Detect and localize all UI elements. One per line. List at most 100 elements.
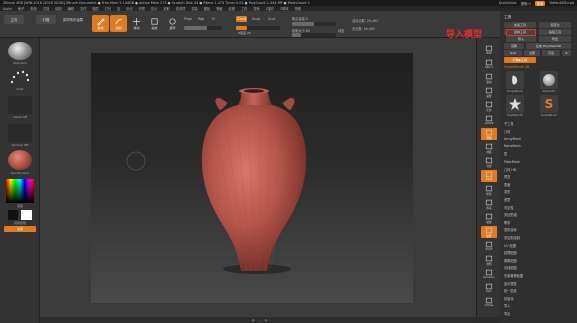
rotate-mode-button[interactable]: 旋转 xyxy=(164,15,181,32)
shelf-button-frame[interactable]: 框架 xyxy=(481,184,497,196)
all-button[interactable]: 全部 xyxy=(524,50,540,56)
m-button[interactable]: M xyxy=(212,17,215,21)
draw-size-slider[interactable] xyxy=(292,33,336,37)
mrgb-button[interactable]: Mrgb xyxy=(184,17,192,21)
tool-subpalette-item[interactable]: 导出 xyxy=(504,311,510,316)
shelf-button-transp[interactable]: 透明 xyxy=(481,254,497,266)
tool-subpalette-item[interactable]: 统一蒙皮 xyxy=(504,288,517,293)
menu-item[interactable]: Alpha xyxy=(3,7,12,11)
tool-subpalette-item[interactable]: 可见性 xyxy=(504,205,514,210)
tool-subpalette-item[interactable]: 几何 xyxy=(504,129,510,134)
shelf-button-bpr[interactable]: BPR xyxy=(481,44,497,56)
document-viewport[interactable] xyxy=(91,53,413,303)
see-through-slider[interactable]: 透明 0 xyxy=(521,1,531,6)
save-as-button[interactable]: 另存为 xyxy=(539,22,571,28)
alternate-button[interactable]: 交替 xyxy=(4,226,36,232)
menus-toggle[interactable]: 菜单 xyxy=(534,0,546,6)
vase-model[interactable] xyxy=(91,53,413,303)
stroke-thumbnail[interactable] xyxy=(8,68,32,86)
import-button[interactable]: 导入 xyxy=(506,36,536,42)
tool-subpalette-item[interactable]: 遮罩 xyxy=(504,197,510,202)
goz-button[interactable]: GoZ xyxy=(504,50,522,56)
dynamic-button[interactable]: 动态 xyxy=(338,28,344,33)
tool-subpalette-item[interactable]: 变形 xyxy=(504,189,510,194)
tool-subpalette-item[interactable]: FiberMesh xyxy=(504,159,520,164)
shelf-button-aahalf[interactable]: AAHalf xyxy=(481,114,497,126)
tool-subpalette-item[interactable]: 法线贴图 xyxy=(504,265,517,270)
main-color-swatch[interactable] xyxy=(8,210,18,220)
live-boolean-button[interactable]: 实时布尔运算 xyxy=(60,15,86,24)
shelf-button-scroll[interactable]: 滚动 xyxy=(481,72,497,84)
tool-subpalette-item[interactable]: NanoMesh xyxy=(504,144,521,149)
shelf-button-label: 滚动 xyxy=(486,80,492,84)
shelf-button-floor[interactable]: 地面 xyxy=(481,142,497,154)
texture-thumbnail[interactable] xyxy=(8,124,32,142)
paste-tool-button[interactable]: 粘贴工具 xyxy=(539,29,571,35)
rgb-intensity-slider[interactable] xyxy=(184,26,222,30)
clone-button[interactable]: 克隆 xyxy=(504,43,524,49)
scale-mode-button[interactable]: 缩放 xyxy=(146,15,163,32)
tool-subpalette-item[interactable]: 预览 xyxy=(504,174,510,179)
shelf-button-local[interactable]: 局部 xyxy=(481,156,497,168)
tool-subpalette-item[interactable]: ArrayMesh xyxy=(504,136,521,141)
shelf-button-dynamic[interactable]: Dynamic xyxy=(481,268,497,280)
visible-button[interactable]: 可见 xyxy=(542,50,560,56)
default-script-button[interactable]: DefaultZScript xyxy=(549,1,574,5)
lightbox-button[interactable]: 灯箱 xyxy=(36,15,56,24)
export-button[interactable]: 导出 xyxy=(539,36,571,42)
tool-subpalette-item[interactable]: 显示属性 xyxy=(504,281,517,286)
tool-subpalette-item[interactable]: 矢量置换贴图 xyxy=(504,273,523,278)
tool-subpalette-item[interactable]: 多边形绘制 xyxy=(504,235,520,240)
tool-subpalette-item[interactable]: 层 xyxy=(504,151,507,156)
tool-subpalette-item[interactable]: 纹理贴图 xyxy=(504,250,517,255)
rgb-button[interactable]: Rgb xyxy=(198,17,204,21)
edit-mode-button[interactable]: 编辑 xyxy=(92,15,109,32)
shelf-button-spix[interactable]: SPix 3 xyxy=(481,58,497,70)
shelf-button-zoom[interactable]: 缩放 xyxy=(481,86,497,98)
alpha-thumbnail[interactable] xyxy=(8,96,32,114)
secondary-color-swatch[interactable] xyxy=(21,210,32,220)
shelf-button-rotate[interactable]: 旋转 xyxy=(481,226,497,238)
shelf-button-actual[interactable]: 实际 xyxy=(481,100,497,112)
scroll-thumb[interactable]: — xyxy=(258,318,261,322)
tool-subpalette-item[interactable]: 表面 xyxy=(504,182,510,187)
home-button[interactable]: 主页 xyxy=(4,15,24,24)
brush-thumbnail[interactable] xyxy=(8,42,32,60)
tool-subpalette-item[interactable]: 变形目标 xyxy=(504,227,517,232)
material-thumbnail[interactable] xyxy=(8,150,32,170)
scroll-left-icon[interactable]: ◀ xyxy=(252,318,254,322)
shelf-button-move[interactable]: 移动 xyxy=(481,198,497,210)
tool-thumb-polymesh[interactable] xyxy=(506,95,524,113)
tool-subpalette-item[interactable]: 置换贴图 xyxy=(504,258,517,263)
zcut-button[interactable]: Zcut xyxy=(268,17,275,21)
shelf-button-persp[interactable]: 透视 xyxy=(481,128,497,140)
tool-subpalette-item[interactable]: 导入 xyxy=(504,303,510,308)
draw-mode-button[interactable]: 绘制 xyxy=(110,15,127,32)
tool-subpalette-item[interactable]: 子工具 xyxy=(504,121,514,126)
color-picker[interactable] xyxy=(6,179,34,203)
zsub-button[interactable]: Zsub xyxy=(252,17,260,21)
tool-subpalette-item[interactable]: 联系 xyxy=(504,220,510,225)
z-intensity-slider[interactable] xyxy=(236,26,280,30)
r-button[interactable]: R xyxy=(562,50,571,56)
lightbox-tools-button[interactable]: 灯箱▶工具 xyxy=(504,57,536,63)
shelf-button-solo[interactable]: Solo xyxy=(481,282,497,294)
shelf-button-xpose[interactable]: X Pose xyxy=(481,296,497,308)
tool-subpalette-item[interactable]: 初始化 xyxy=(504,296,514,301)
shelf-button-scale[interactable]: 缩放 xyxy=(481,212,497,224)
focal-shift-slider[interactable] xyxy=(292,22,336,26)
shelf-button-axis[interactable]: Gxyz xyxy=(481,170,497,182)
tool-thumb-zsphere[interactable]: S xyxy=(540,95,558,113)
tool-thumb-simplebrush[interactable] xyxy=(506,71,524,89)
move-mode-button[interactable]: 移动 xyxy=(128,15,145,32)
shelf-button-polyf[interactable]: PolyF xyxy=(481,240,497,252)
scroll-right-icon[interactable]: ▶ xyxy=(265,318,267,322)
load-tool-button[interactable]: 加载工具 xyxy=(504,22,536,28)
tool-subpalette-item[interactable]: 多边形组 xyxy=(504,212,517,217)
tool-subpalette-item[interactable]: UV 贴图 xyxy=(504,243,516,248)
make-polymesh-button[interactable]: 生成 PolyMesh3D xyxy=(526,43,571,49)
quicksave-button[interactable]: QuickSave xyxy=(499,1,517,5)
tool-thumb-sphere[interactable] xyxy=(540,71,558,89)
zadd-button[interactable]: Zadd xyxy=(236,16,247,22)
tool-subpalette-item[interactable]: 几何 HD xyxy=(504,167,516,172)
